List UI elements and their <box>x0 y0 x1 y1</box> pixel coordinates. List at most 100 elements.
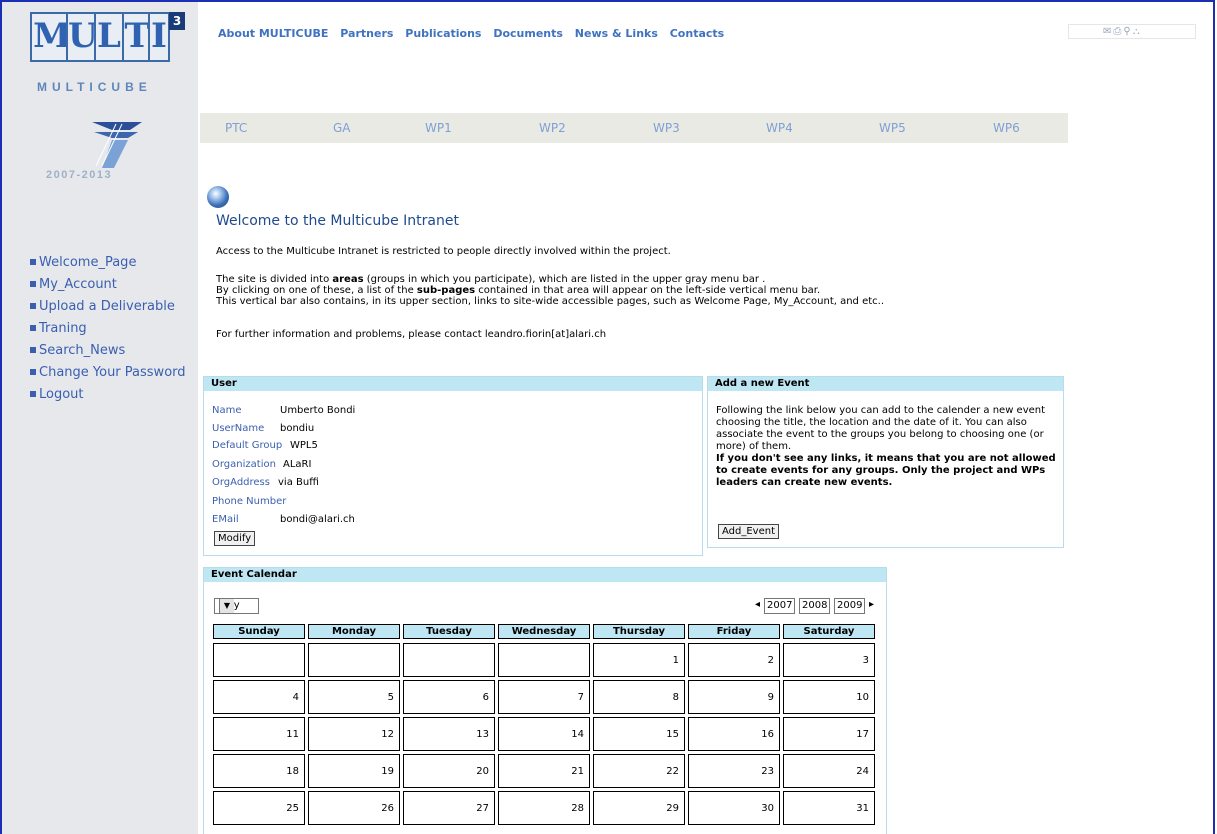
nav-documents[interactable]: Documents <box>493 27 563 40</box>
areas-paragraph: The site is divided into areas (groups i… <box>216 274 884 307</box>
month-select[interactable]: May ▼ <box>214 598 259 614</box>
calendar-day-cell[interactable]: 12 <box>308 717 400 751</box>
bullet-icon <box>30 280 36 287</box>
page-title: Welcome to the Multicube Intranet <box>216 213 459 229</box>
sidebar-item-label: Upload a Deliverable <box>39 299 175 314</box>
user-panel: User Name Umberto Bondi UserName bondiu … <box>203 376 703 556</box>
calendar-day-cell[interactable]: 3 <box>783 643 875 677</box>
calendar-day-cell[interactable]: 30 <box>688 791 780 825</box>
day-header-wednesday: Wednesday <box>498 624 590 639</box>
calendar-day-cell[interactable]: 13 <box>403 717 495 751</box>
area-tab-wp5[interactable]: WP5 <box>879 121 906 135</box>
day-header-tuesday: Tuesday <box>403 624 495 639</box>
calendar-day-cell[interactable]: 31 <box>783 791 875 825</box>
text-fragment: contained in that area will appear on th… <box>475 285 821 296</box>
sitemap-icon[interactable]: ⛬ <box>1133 26 1142 37</box>
text-fragment: (groups in which you participate), which… <box>363 274 766 285</box>
sidebar-item-logout[interactable]: Logout <box>30 384 186 406</box>
calendar-day-cell[interactable]: 24 <box>783 754 875 788</box>
calendar-day-cell[interactable]: 21 <box>498 754 590 788</box>
calendar-day-cell[interactable]: 1 <box>593 643 685 677</box>
calendar-day-cell[interactable]: 4 <box>213 680 305 714</box>
sidebar-item-welcome-page[interactable]: Welcome_Page <box>30 252 186 274</box>
calendar-day-cell[interactable]: 25 <box>213 791 305 825</box>
area-tab-wp2[interactable]: WP2 <box>539 121 566 135</box>
calendar-day-cell[interactable]: 7 <box>498 680 590 714</box>
globe-icon <box>207 186 229 208</box>
logo-letter-l: L <box>94 12 124 62</box>
calendar-day-cell[interactable]: 22 <box>593 754 685 788</box>
org-address-value: via Buffi <box>278 477 319 488</box>
year-button-2007[interactable]: 2007 <box>764 598 796 614</box>
calendar-day-cell[interactable]: 17 <box>783 717 875 751</box>
nav-news-links[interactable]: News & Links <box>575 27 658 40</box>
calendar-day-cell[interactable]: 10 <box>783 680 875 714</box>
bullet-icon <box>30 368 36 375</box>
calendar-day-cell[interactable]: 11 <box>213 717 305 751</box>
area-tab-wp3[interactable]: WP3 <box>653 121 680 135</box>
areas-term: areas <box>332 274 364 285</box>
calendar-day-cell[interactable]: 23 <box>688 754 780 788</box>
user-field-label: EMail <box>212 514 239 525</box>
sidebar-item-label: Traning <box>39 321 87 336</box>
year-button-2008[interactable]: 2008 <box>799 598 831 614</box>
sidebar-item-my-account[interactable]: My_Account <box>30 274 186 296</box>
nav-partners[interactable]: Partners <box>340 27 393 40</box>
add-event-button[interactable]: Add_Event <box>718 524 780 539</box>
mail-icon[interactable]: ✉ <box>1103 26 1113 37</box>
areas-line: The site is divided into areas (groups i… <box>216 274 884 285</box>
calendar-day-cell[interactable]: 8 <box>593 680 685 714</box>
bullet-icon <box>30 346 36 353</box>
user-field-label: OrgAddress <box>212 477 270 488</box>
area-tab-ga[interactable]: GA <box>333 121 351 135</box>
calendar-day-cell[interactable]: 6 <box>403 680 495 714</box>
modify-button[interactable]: Modify <box>214 531 256 546</box>
email-value: bondi@alari.ch <box>280 514 355 525</box>
event-calendar-panel: Event Calendar May ▼ ◂ 2007 2008 2009 ▸ … <box>203 567 887 834</box>
sidebar-item-change-password[interactable]: Change Your Password <box>30 362 186 384</box>
nav-publications[interactable]: Publications <box>405 27 481 40</box>
user-field-label: Organization <box>212 459 276 470</box>
fp7-years: 2007-2013 <box>46 169 113 181</box>
calendar-day-cell[interactable]: 5 <box>308 680 400 714</box>
calendar-day-cell[interactable]: 29 <box>593 791 685 825</box>
nav-contacts[interactable]: Contacts <box>670 27 724 40</box>
user-field-label: Default Group <box>212 440 283 451</box>
calendar-day-cell[interactable]: 2 <box>688 643 780 677</box>
default-group-value: WPL5 <box>290 440 318 451</box>
area-tab-ptc[interactable]: PTC <box>225 121 247 135</box>
day-header-saturday: Saturday <box>783 624 875 639</box>
contact-paragraph: For further information and problems, pl… <box>216 329 607 340</box>
calendar-day-cell[interactable]: 9 <box>688 680 780 714</box>
calendar-day-cell[interactable]: 18 <box>213 754 305 788</box>
add-event-description: Following the link below you can add to … <box>716 405 1061 489</box>
calendar-day-cell[interactable]: 28 <box>498 791 590 825</box>
user-panel-title: User <box>204 377 702 391</box>
sidebar-item-search-news[interactable]: Search_News <box>30 340 186 362</box>
sidebar-item-label: Logout <box>39 387 84 402</box>
calendar-day-cell[interactable]: 26 <box>308 791 400 825</box>
sidebar-item-label: Search_News <box>39 343 126 358</box>
chevron-down-icon[interactable]: ▼ <box>219 599 234 613</box>
sidebar-item-label: Change Your Password <box>39 365 186 380</box>
sidebar-item-upload-deliverable[interactable]: Upload a Deliverable <box>30 296 186 318</box>
calendar-day-cell[interactable]: 20 <box>403 754 495 788</box>
sidebar-menu: Welcome_Page My_Account Upload a Deliver… <box>30 252 186 406</box>
calendar-day-cell[interactable]: 15 <box>593 717 685 751</box>
area-tab-wp6[interactable]: WP6 <box>993 121 1020 135</box>
calendar-day-cell[interactable]: 27 <box>403 791 495 825</box>
calendar-title: Event Calendar <box>204 568 886 582</box>
organization-value: ALaRI <box>283 459 312 470</box>
nav-about[interactable]: About MULTICUBE <box>218 27 328 40</box>
area-tab-wp1[interactable]: WP1 <box>425 121 452 135</box>
calendar-day-cell[interactable]: 14 <box>498 717 590 751</box>
next-year-icon[interactable]: ▸ <box>869 599 874 610</box>
year-button-2009[interactable]: 2009 <box>834 598 866 614</box>
calendar-day-cell[interactable]: 16 <box>688 717 780 751</box>
calendar-day-cell[interactable]: 19 <box>308 754 400 788</box>
search-icon[interactable]: ⚲ <box>1123 26 1132 37</box>
sidebar-item-training[interactable]: Traning <box>30 318 186 340</box>
area-tab-wp4[interactable]: WP4 <box>766 121 793 135</box>
prev-year-icon[interactable]: ◂ <box>755 599 760 610</box>
print-icon[interactable]: ⎙ <box>1113 26 1123 37</box>
